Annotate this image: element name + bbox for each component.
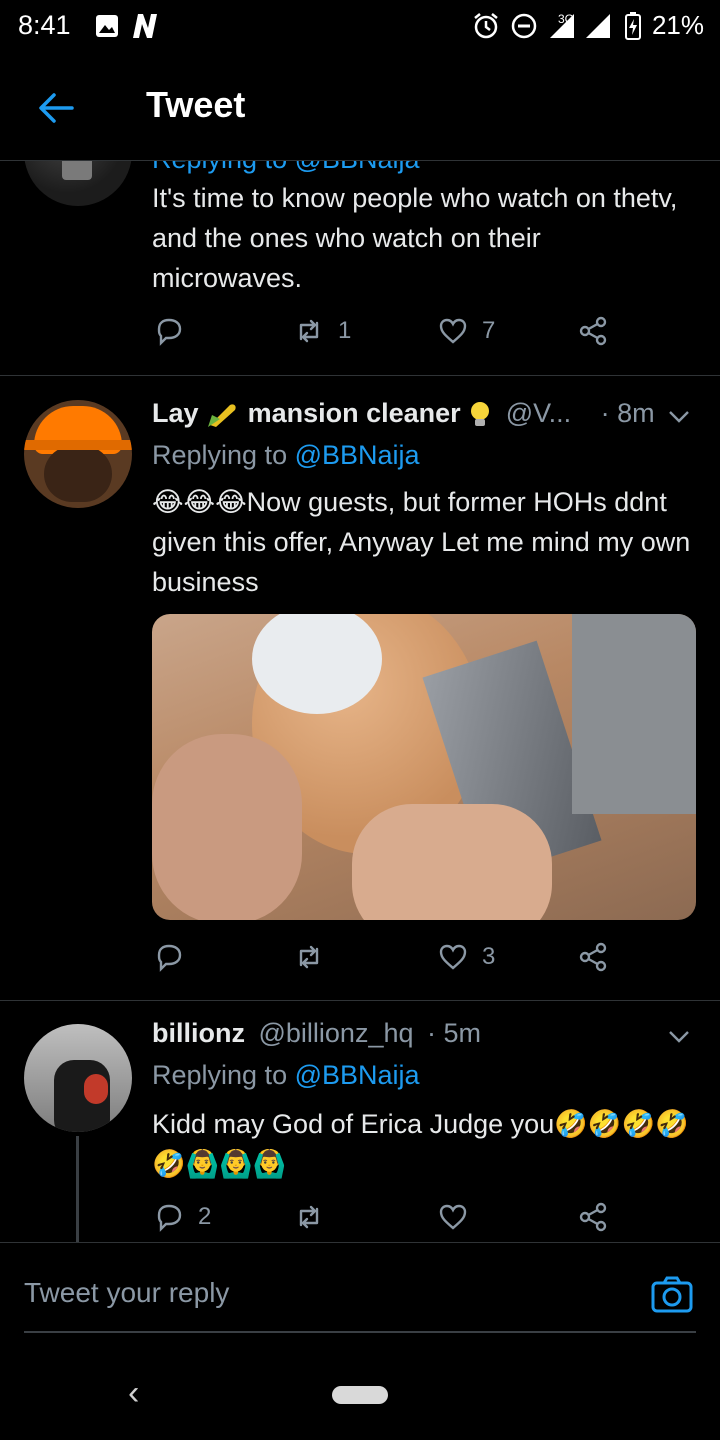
signal-icon-2	[585, 13, 610, 38]
tweet-meta: billionz @billionz_hq · 5m	[152, 1018, 481, 1049]
tweet-text: Kidd may God of Erica Judge you🤣🤣🤣🤣🤣🙆‍♂️…	[152, 1109, 689, 1179]
retweet-icon	[299, 319, 319, 343]
tweet-text: It's time to know people who watch on th…	[152, 183, 678, 293]
display-name[interactable]: billionz	[152, 1018, 245, 1048]
share-icon	[579, 1202, 607, 1232]
alarm-icon	[474, 12, 498, 38]
like-button[interactable]	[436, 1200, 482, 1234]
display-name-part2[interactable]: mansion cleaner	[248, 398, 461, 428]
retweet-button[interactable]	[292, 1200, 338, 1234]
retweet-icon	[299, 1205, 319, 1229]
handle[interactable]: @billionz_hq	[259, 1018, 414, 1048]
retweet-button[interactable]	[292, 940, 338, 974]
share-button[interactable]	[576, 940, 610, 974]
reply-input[interactable]: Tweet your reply	[24, 1277, 229, 1309]
status-time: 8:41	[18, 10, 71, 40]
system-status: 3G 21%	[472, 10, 704, 41]
fingertip-shape	[152, 734, 302, 920]
reply-button[interactable]	[152, 314, 198, 348]
corn-icon	[208, 404, 236, 427]
replying-to-handle[interactable]: @BBNaija	[295, 440, 420, 470]
lightbulb-icon	[471, 401, 490, 426]
reply-button[interactable]	[152, 940, 198, 974]
like-button[interactable]: 7	[436, 314, 495, 348]
thumb-shape	[352, 804, 552, 920]
heart-icon	[439, 318, 467, 344]
chevron-down-icon[interactable]	[666, 404, 692, 430]
nav-back-button[interactable]: ‹	[128, 1374, 139, 1413]
timestamp: · 8m	[600, 398, 655, 428]
replying-to-handle[interactable]: @BBNaija	[295, 1060, 420, 1090]
system-nav-bar: ‹	[0, 1346, 720, 1440]
top-app-bar: Tweet	[0, 56, 720, 161]
thread-line	[76, 1136, 79, 1242]
tweet-actions: 1 7	[152, 314, 622, 358]
network-type: 3G	[557, 11, 574, 26]
reply-count: 2	[198, 1203, 212, 1230]
back-arrow-icon[interactable]	[34, 86, 78, 130]
like-count: 7	[482, 317, 496, 344]
gallery-icon	[96, 15, 118, 37]
nav-home-pill[interactable]	[332, 1386, 388, 1404]
avatar[interactable]	[24, 1024, 132, 1132]
tweet-text: 😂😂😂Now guests, but former HOHs ddnt give…	[152, 482, 692, 602]
grey-background	[572, 614, 696, 814]
replying-to: Replying to @BBNaija	[152, 1060, 420, 1091]
handle[interactable]: @V...	[506, 398, 571, 428]
camera-icon[interactable]	[650, 1273, 694, 1317]
tweet-divider	[0, 375, 720, 376]
timestamp: · 5m	[427, 1018, 482, 1048]
tweet-divider	[0, 1000, 720, 1001]
share-icon	[579, 942, 607, 972]
heart-icon	[439, 944, 467, 970]
page-title: Tweet	[146, 84, 246, 125]
app-n-icon	[133, 14, 157, 38]
share-icon	[579, 316, 607, 346]
reply-button[interactable]: 2	[152, 1200, 211, 1234]
like-button[interactable]: 3	[436, 940, 495, 974]
tweet-image[interactable]	[152, 614, 696, 920]
share-button[interactable]	[576, 314, 610, 348]
replying-to-label: Replying to	[152, 1060, 288, 1090]
retweet-count: 1	[338, 317, 352, 344]
status-bar: 8:41 3G 21%	[0, 0, 720, 52]
heart-icon	[439, 1204, 467, 1230]
tweet-actions: 2	[152, 1200, 622, 1242]
comment-icon	[157, 318, 182, 346]
comment-icon	[157, 1204, 182, 1232]
tweet-feed[interactable]: Replying to @BBNaija It's time to know p…	[0, 140, 720, 1242]
tweet-actions: 3	[152, 940, 622, 984]
share-button[interactable]	[576, 1200, 610, 1234]
retweet-button[interactable]: 1	[292, 314, 351, 348]
notification-icons	[94, 12, 160, 40]
replying-to: Replying to @BBNaija	[152, 440, 420, 471]
avatar[interactable]	[24, 400, 132, 508]
reply-composer: Tweet your reply	[0, 1242, 720, 1347]
chevron-down-icon[interactable]	[666, 1024, 692, 1050]
display-name-part1[interactable]: Lay	[152, 398, 199, 428]
do-not-disturb-icon	[511, 13, 537, 38]
like-count: 3	[482, 943, 496, 970]
replying-to-label: Replying to	[152, 440, 288, 470]
tweet-emoji: 😂😂😂	[152, 487, 247, 517]
reply-underline	[24, 1331, 696, 1333]
retweet-icon	[299, 945, 319, 969]
comment-icon	[157, 944, 182, 972]
tweet-meta: Lay mansion cleaner @V... · 8m	[152, 398, 655, 430]
battery-charging-icon	[624, 11, 641, 40]
battery-level: 21%	[651, 10, 704, 40]
